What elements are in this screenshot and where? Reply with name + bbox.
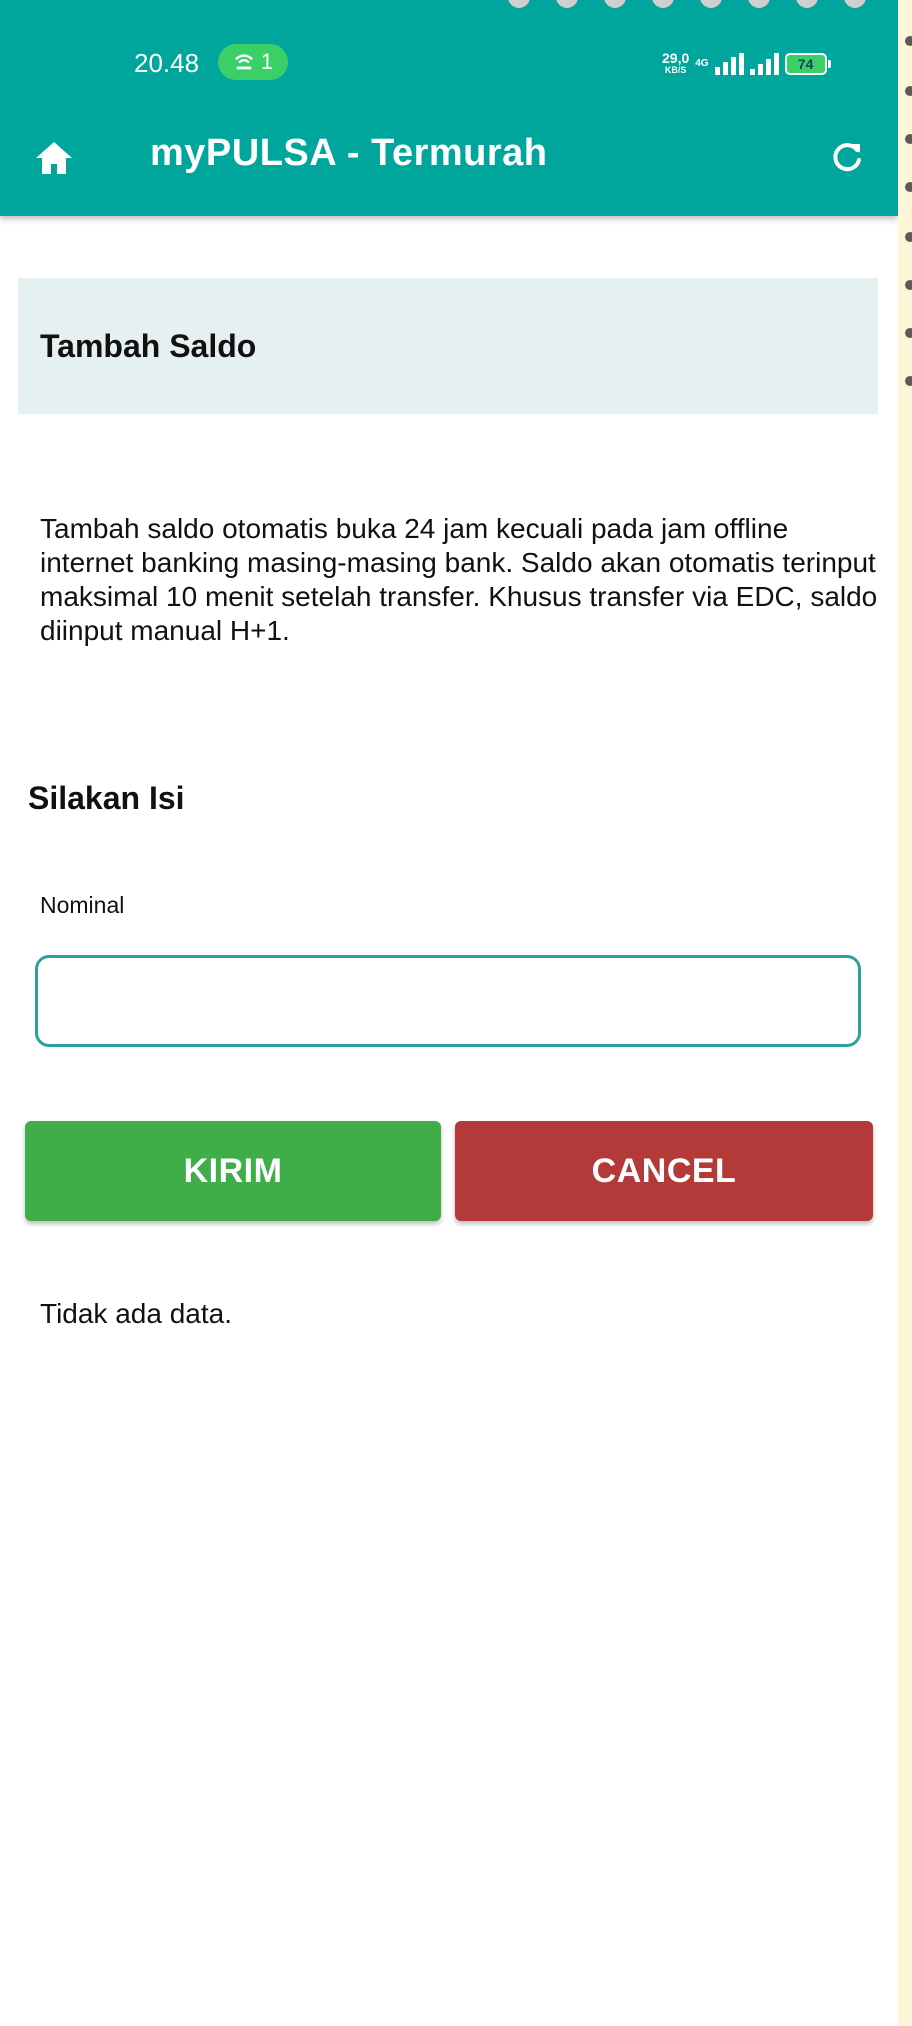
overlay-dot [905,232,912,242]
overlay-dot [905,182,912,192]
network-type: 4G [695,58,709,69]
app-screen: 20.48 1 29,0 KB/S 4G 74 myPULSA - Termur… [0,0,898,2026]
overlay-dot [905,86,912,96]
form-title: Silakan Isi [28,780,185,816]
hotspot-count: 1 [260,49,274,74]
cancel-button[interactable]: CANCEL [455,1121,873,1221]
overlay-dot [905,376,912,386]
overlay-dot [905,280,912,290]
nominal-input[interactable] [35,955,861,1047]
network-speed: 29,0 KB/S [662,50,690,75]
nominal-label: Nominal [40,892,125,918]
submit-button[interactable]: KIRIM [25,1121,441,1221]
status-time: 20.48 [134,48,200,78]
signal-strength-icon-2 [749,53,779,75]
app-title: myPULSA - Termurah [150,132,548,174]
side-overlay-strip [898,0,912,2026]
overlay-dot [905,328,912,338]
hotspot-indicator: 1 [218,44,288,80]
section-header: Tambah Saldo [18,278,878,414]
empty-state-text: Tidak ada data. [40,1298,232,1329]
home-icon[interactable] [34,140,74,176]
battery-level: 74 [797,56,814,72]
info-text: Tambah saldo otomatis buka 24 jam kecual… [40,513,878,646]
signal-strength-icon [714,53,744,75]
overlay-dot [905,134,912,144]
refresh-icon[interactable] [830,140,864,174]
overlay-dot [905,36,912,46]
battery-icon: 74 [784,53,831,75]
status-icons: 29,0 KB/S 4G 74 [662,46,831,82]
app-bar: 20.48 1 29,0 KB/S 4G 74 myPULSA - Termur… [0,0,898,216]
section-title: Tambah Saldo [40,328,257,364]
hotspot-icon [234,54,253,70]
